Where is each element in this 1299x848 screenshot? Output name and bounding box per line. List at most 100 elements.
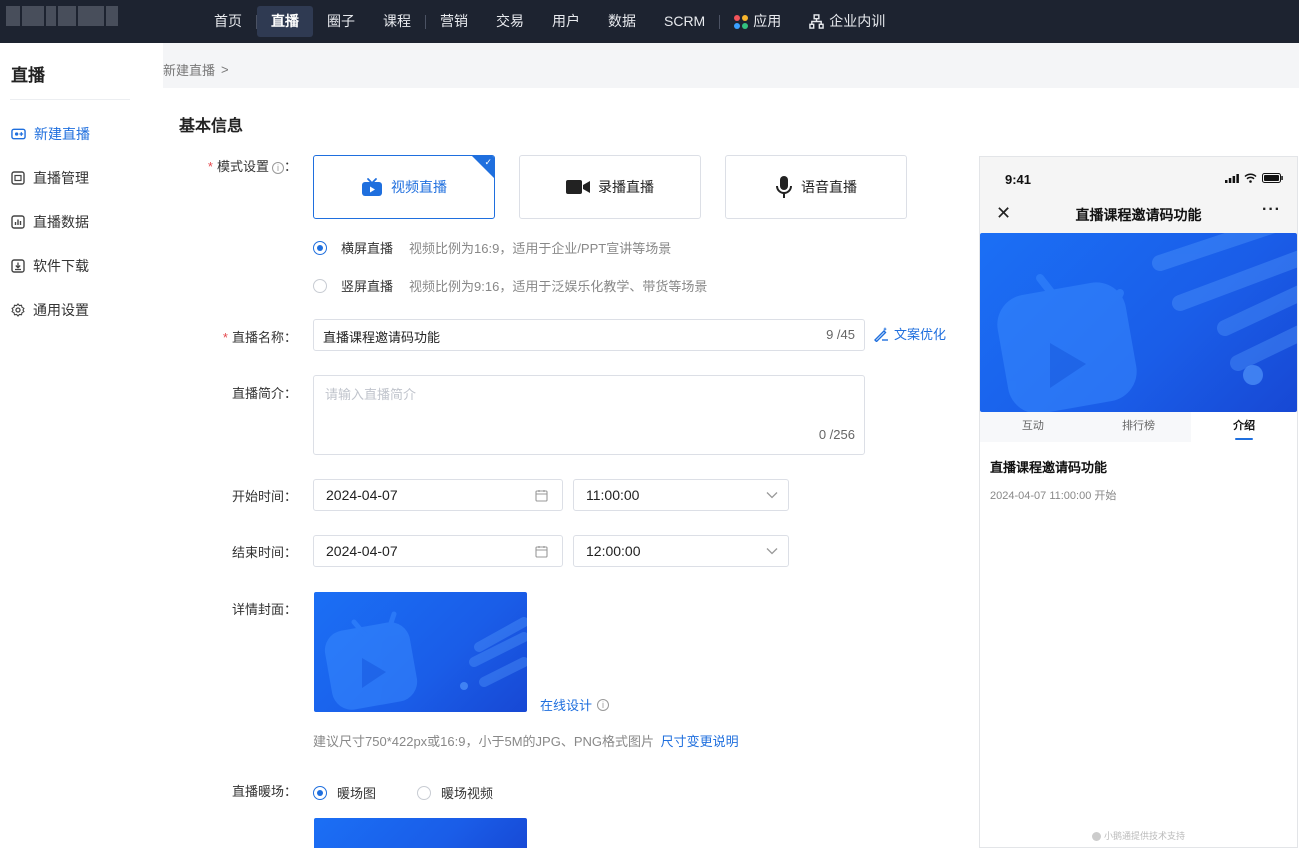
time-value: 11:00:00: [586, 487, 640, 503]
nav-scrm[interactable]: SCRM: [650, 6, 719, 37]
nav-apps[interactable]: 应用: [720, 6, 795, 37]
calendar-icon: [535, 546, 548, 558]
char-counter: 9 /45: [826, 327, 855, 342]
sidebar-item-new-live[interactable]: 新建直播: [11, 124, 90, 144]
nav-marketing[interactable]: 营销: [426, 6, 482, 37]
sidebar-title: 直播: [11, 66, 45, 85]
char-counter: 0 /256: [818, 427, 855, 442]
nav-trade[interactable]: 交易: [482, 6, 538, 37]
phone-header: ✕ 直播课程邀请码功能 ···: [980, 201, 1297, 233]
mode-label: * 模式设置 i：: [207, 159, 297, 174]
sidebar-item-settings[interactable]: 通用设置: [11, 300, 89, 320]
name-label-text: 直播名称: [231, 330, 284, 345]
sidebar-item-label: 新建直播: [34, 126, 90, 142]
microphone-icon: [776, 176, 792, 198]
nav-users[interactable]: 用户: [538, 6, 594, 37]
radio-button[interactable]: [417, 785, 431, 800]
top-nav: 首页 直播 圈子 课程 营销 交易 用户 数据 SCRM 应用 企业内训: [0, 0, 1299, 43]
brand-logo[interactable]: [6, 6, 126, 26]
sidebar-item-download[interactable]: 软件下载: [11, 256, 89, 276]
phone-footer: 小鹅通提供技术支持: [980, 829, 1297, 842]
tv-icon: [362, 178, 382, 196]
online-design-label: 在线设计: [540, 698, 593, 713]
end-time-label: 结束时间：: [231, 545, 297, 560]
tab-interact[interactable]: 互动: [980, 412, 1086, 442]
sidebar-divider: [10, 99, 130, 100]
radio-landscape[interactable]: 横屏直播 视频比例为16:9，适用于企业/PPT宣讲等场景: [313, 238, 671, 257]
date-value: 2024-04-07: [326, 543, 398, 559]
phone-live-time: 2024-04-07 11:00:00 开始: [990, 490, 1117, 502]
cover-label-text: 详情封面: [231, 602, 284, 617]
phone-status-bar: 9:41: [980, 157, 1297, 201]
warmup-label-text: 直播暖场: [231, 784, 284, 799]
mode-recorded-card[interactable]: 录播直播: [519, 155, 701, 219]
cover-image[interactable]: [314, 592, 527, 712]
tab-ranking[interactable]: 排行榜: [1086, 412, 1192, 442]
phone-status-icons: [1225, 173, 1283, 183]
tab-intro[interactable]: 介绍: [1191, 412, 1297, 442]
nav-home[interactable]: 首页: [200, 6, 256, 37]
intro-label: 直播简介：: [231, 386, 297, 401]
nav-circle[interactable]: 圈子: [313, 6, 369, 37]
start-date-picker[interactable]: 2024-04-07: [313, 479, 563, 511]
radio-portrait[interactable]: 竖屏直播 视频比例为9:16，适用于泛娱乐化教学、带货等场景: [313, 276, 707, 295]
copy-optimize-button[interactable]: 文案优化: [873, 324, 946, 343]
date-value: 2024-04-07: [326, 487, 398, 503]
cover-label: 详情封面：: [231, 602, 297, 617]
mode-audio-card[interactable]: 语音直播: [725, 155, 907, 219]
banner-illustration: [997, 233, 1297, 412]
info-icon[interactable]: i: [271, 161, 284, 174]
breadcrumb-separator: >: [221, 62, 229, 77]
camera-plus-icon: [11, 128, 26, 140]
breadcrumb: 新建直播 >: [163, 60, 229, 79]
nav-course[interactable]: 课程: [369, 6, 425, 37]
end-time-label-text: 结束时间: [231, 545, 284, 560]
radio-warmup-image[interactable]: 暖场图: [313, 783, 376, 802]
nav-data[interactable]: 数据: [594, 6, 650, 37]
sidebar-item-label: 直播管理: [33, 170, 89, 186]
name-label: * 直播名称：: [222, 330, 297, 345]
sidebar-item-live-manage[interactable]: 直播管理: [11, 168, 89, 188]
nav-live[interactable]: 直播: [257, 6, 313, 37]
mode-video-card[interactable]: 视频直播 ✓: [313, 155, 495, 219]
video-camera-icon: [566, 180, 590, 194]
phone-time: 9:41: [1005, 172, 1032, 187]
phone-live-title: 直播课程邀请码功能: [990, 460, 1108, 475]
textarea-placeholder: 请输入直播简介: [325, 387, 417, 402]
end-time-select[interactable]: 12:00:00: [573, 535, 789, 567]
chevron-down-icon: [766, 492, 778, 499]
apps-icon: [734, 14, 749, 29]
start-time-select[interactable]: 11:00:00: [573, 479, 789, 511]
end-date-picker[interactable]: 2024-04-07: [313, 535, 563, 567]
intro-label-text: 直播简介: [231, 386, 284, 401]
live-name-input[interactable]: 直播课程邀请码功能 9 /45: [313, 319, 865, 351]
more-icon[interactable]: ···: [1262, 201, 1281, 219]
nav-apps-label: 应用: [753, 13, 782, 29]
nav-training[interactable]: 企业内训: [795, 6, 899, 37]
org-chart-icon: [809, 14, 824, 29]
nav-training-label: 企业内训: [829, 13, 886, 29]
online-design-link[interactable]: 在线设计 i: [540, 695, 610, 714]
time-value: 12:00:00: [586, 543, 641, 559]
radio-button[interactable]: [313, 240, 327, 255]
live-intro-textarea[interactable]: 请输入直播简介 0 /256: [313, 375, 865, 455]
chevron-down-icon: [766, 548, 778, 555]
radio-warmup-video[interactable]: 暖场视频: [417, 783, 493, 802]
radio-label: 竖屏直播: [341, 279, 394, 294]
required-mark: *: [207, 159, 213, 174]
warmup-image[interactable]: [314, 818, 527, 848]
size-change-link[interactable]: 尺寸变更说明: [661, 734, 739, 749]
breadcrumb-current: 新建直播: [163, 63, 216, 78]
radio-button[interactable]: [313, 278, 327, 293]
radio-button[interactable]: [313, 785, 327, 800]
mode-label-text: 模式设置: [216, 159, 269, 174]
radio-label: 暖场图: [337, 786, 377, 801]
sidebar-item-label: 直播数据: [33, 214, 89, 230]
sidebar-item-label: 通用设置: [33, 302, 89, 318]
start-time-label: 开始时间：: [231, 489, 297, 504]
sidebar-item-live-data[interactable]: 直播数据: [11, 212, 89, 232]
sidebar: 直播 新建直播 直播管理 直播数据 软件下载 通用设置: [0, 43, 163, 848]
required-mark: *: [222, 330, 228, 345]
list-box-icon: [11, 171, 25, 185]
info-icon[interactable]: i: [597, 698, 610, 711]
